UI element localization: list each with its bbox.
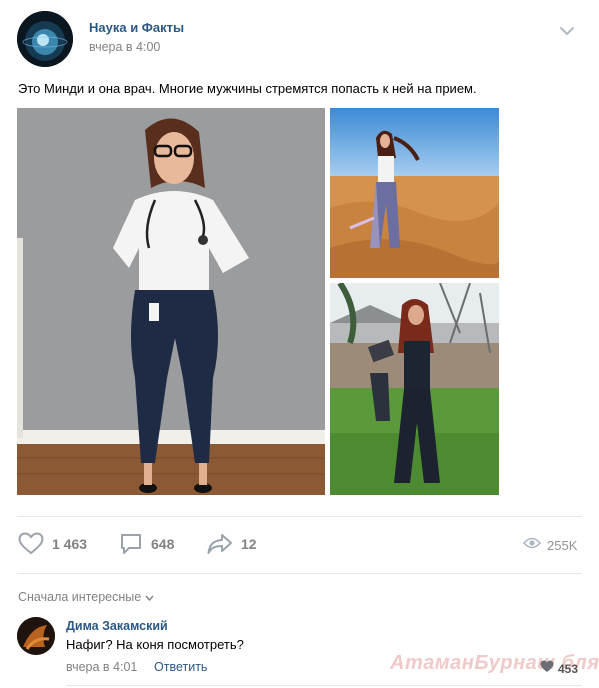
- comment-button[interactable]: 648: [119, 532, 174, 556]
- post-text: Это Минди и она врач. Многие мужчины стр…: [18, 81, 477, 96]
- share-button[interactable]: 12: [207, 532, 257, 556]
- desert-photo[interactable]: [330, 108, 499, 278]
- chevron-down-icon: [145, 590, 154, 604]
- comment-text: Нафиг? На коня посмотреть?: [66, 637, 244, 652]
- views-indicator: 255K: [522, 536, 578, 555]
- sort-label: Сначала интересные: [18, 590, 142, 604]
- comments-divider: [66, 685, 582, 686]
- comment-author[interactable]: Дима Закамский: [66, 619, 168, 633]
- comment-count: 648: [151, 536, 175, 552]
- eye-icon: [522, 536, 542, 555]
- post-time[interactable]: вчера в 4:00: [89, 40, 160, 54]
- comment-like-count: 453: [558, 662, 579, 676]
- doctor-photo[interactable]: [17, 108, 325, 495]
- reply-button[interactable]: Ответить: [154, 660, 207, 674]
- group-name[interactable]: Наука и Факты: [89, 20, 184, 35]
- like-count: 1 463: [52, 536, 88, 552]
- heart-icon: [540, 660, 554, 678]
- actions-divider-top: [17, 516, 582, 517]
- like-button[interactable]: 1 463: [18, 532, 87, 556]
- share-icon: [207, 532, 233, 556]
- comment-time[interactable]: вчера в 4:01: [66, 660, 137, 674]
- yard-photo[interactable]: [330, 283, 499, 495]
- views-count: 255K: [547, 538, 578, 553]
- share-count: 12: [241, 536, 257, 552]
- group-avatar[interactable]: [17, 11, 73, 67]
- actions-divider-bottom: [17, 573, 582, 574]
- comment-like-button[interactable]: 453: [540, 660, 578, 678]
- chevron-down-icon[interactable]: [559, 24, 575, 36]
- comments-sort-dropdown[interactable]: Сначала интересные: [18, 590, 154, 604]
- heart-icon: [18, 532, 44, 556]
- commenter-avatar[interactable]: [17, 617, 55, 655]
- comment-icon: [119, 532, 143, 556]
